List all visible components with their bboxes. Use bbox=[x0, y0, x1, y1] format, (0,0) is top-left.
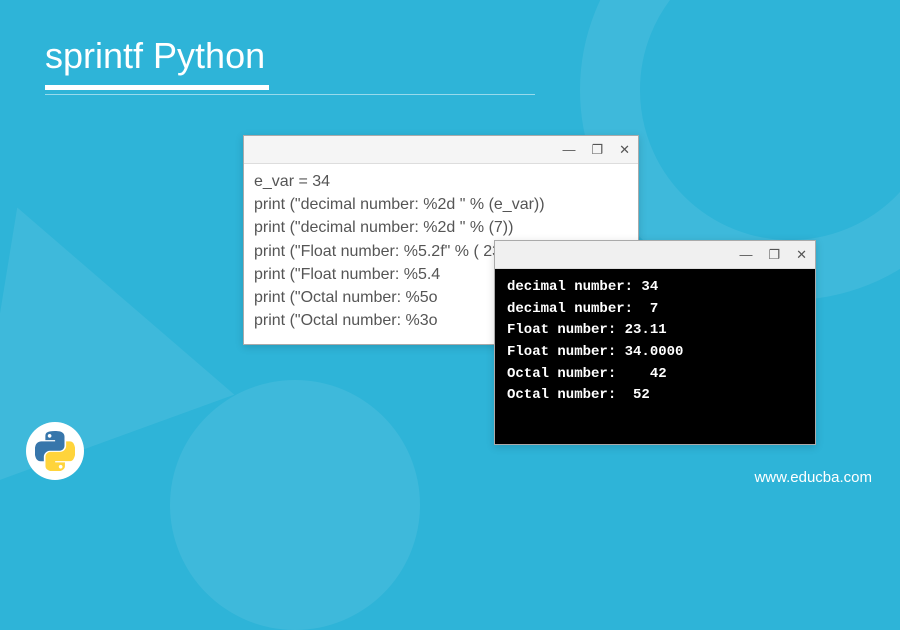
minimize-icon[interactable]: — bbox=[562, 143, 575, 156]
page-title: sprintf Python bbox=[45, 35, 265, 77]
terminal-line: decimal number: 34 bbox=[507, 277, 803, 299]
minimize-icon[interactable]: — bbox=[739, 248, 752, 261]
terminal-line: decimal number: 7 bbox=[507, 299, 803, 321]
close-icon[interactable]: ✕ bbox=[796, 248, 807, 261]
python-logo-icon bbox=[26, 422, 84, 480]
code-line: print ("decimal number: %2d " % (7)) bbox=[254, 216, 628, 239]
watermark-text: www.educba.com bbox=[754, 469, 872, 486]
terminal-window-titlebar: — ❐ ✕ bbox=[495, 241, 815, 269]
close-icon[interactable]: ✕ bbox=[619, 143, 630, 156]
terminal-window: — ❐ ✕ decimal number: 34decimal number: … bbox=[494, 240, 816, 445]
terminal-line: Float number: 23.11 bbox=[507, 320, 803, 342]
terminal-line: Octal number: 42 bbox=[507, 364, 803, 386]
code-line: e_var = 34 bbox=[254, 170, 628, 193]
code-window-titlebar: — ❐ ✕ bbox=[244, 136, 638, 164]
terminal-line: Octal number: 52 bbox=[507, 385, 803, 407]
terminal-output: decimal number: 34decimal number: 7Float… bbox=[495, 269, 815, 415]
terminal-line: Float number: 34.0000 bbox=[507, 342, 803, 364]
maximize-icon[interactable]: ❐ bbox=[768, 248, 780, 261]
python-icon bbox=[35, 431, 75, 471]
code-line: print ("decimal number: %2d " % (e_var)) bbox=[254, 193, 628, 216]
maximize-icon[interactable]: ❐ bbox=[591, 143, 603, 156]
title-underline bbox=[45, 85, 269, 90]
